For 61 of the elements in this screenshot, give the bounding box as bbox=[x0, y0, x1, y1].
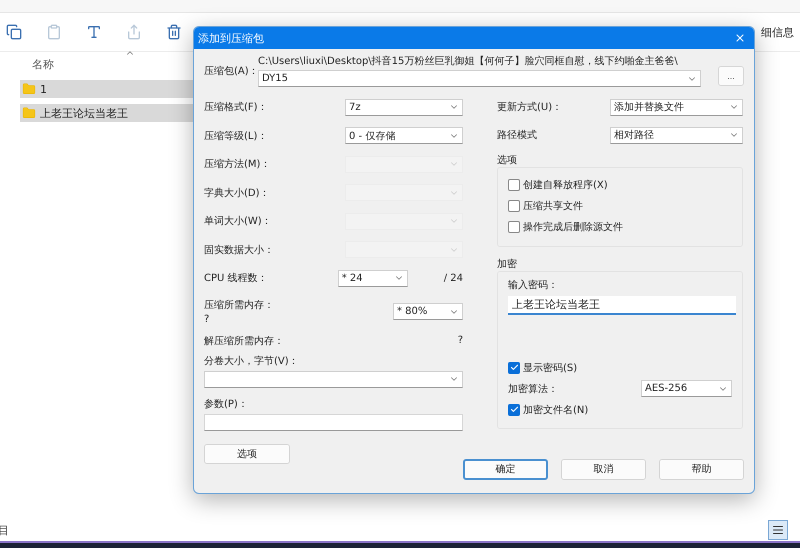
checkbox-label: 加密文件名(N) bbox=[523, 404, 588, 416]
checkbox-label: 显示密码(S) bbox=[523, 362, 578, 374]
dialog-button[interactable]: 帮助 bbox=[659, 458, 744, 480]
field-label: 路径模式 bbox=[497, 128, 537, 142]
field-label: 压缩格式(F)： bbox=[204, 100, 268, 114]
details-button[interactable]: 细信息 bbox=[761, 24, 800, 40]
dialog-button[interactable]: 确定 bbox=[463, 458, 548, 480]
dropdown[interactable]: 相对路径 bbox=[610, 126, 743, 144]
field-label: 压缩方法(M)： bbox=[204, 158, 270, 172]
checkbox-label: 创建自释放程序(X) bbox=[523, 178, 608, 192]
dialog-button[interactable]: 取消 bbox=[561, 458, 646, 480]
browse-button[interactable]: ... bbox=[718, 66, 744, 86]
archive-name-combo[interactable]: DY15 bbox=[258, 70, 701, 87]
group-title: 加密 bbox=[497, 258, 518, 271]
options-button[interactable]: 选项 bbox=[204, 444, 290, 464]
field-label: 加密算法： bbox=[508, 382, 558, 396]
file-name: 1 bbox=[40, 82, 47, 96]
field-label: CPU 线程数： bbox=[204, 272, 268, 286]
dropdown[interactable]: 0 - 仅存储 bbox=[345, 127, 463, 144]
dropdown[interactable]: 添加并替换文件 bbox=[610, 98, 743, 116]
checkbox[interactable] bbox=[508, 220, 520, 232]
thread-max: / 24 bbox=[444, 272, 463, 284]
checkbox-label: 操作完成后删除源文件 bbox=[523, 220, 623, 234]
field-label: 字典大小(D)： bbox=[204, 186, 270, 200]
dropdown[interactable]: * 80% bbox=[393, 303, 463, 320]
dropdown[interactable]: 7z bbox=[345, 98, 463, 116]
delete-icon[interactable] bbox=[166, 24, 182, 40]
field-label: 参数(P)： bbox=[204, 398, 248, 410]
field-label: 输入密码： bbox=[508, 278, 559, 292]
archive-path: C:\Users\liuxi\Desktop\抖音15万粉丝巨乳御姐【何何子】脸穴同框自慰，线下约啪金主爸爸\ bbox=[258, 54, 679, 68]
group-title: 选项 bbox=[497, 154, 518, 167]
memory-reading: ? bbox=[204, 314, 210, 325]
field-label: 压缩包(A)： bbox=[204, 66, 258, 79]
folder-icon bbox=[22, 82, 36, 96]
field-label: 压缩等级(L)： bbox=[204, 130, 268, 143]
file-name: 上老王论坛当老王 bbox=[40, 106, 128, 120]
field-label: 固实数据大小： bbox=[204, 244, 274, 257]
list-view-icon[interactable] bbox=[768, 520, 788, 540]
checkbox[interactable] bbox=[508, 362, 520, 374]
copy-icon[interactable] bbox=[6, 24, 22, 40]
field-label: 解压缩所需内存： bbox=[204, 334, 284, 348]
close-icon[interactable] bbox=[734, 32, 746, 44]
field-label: 分卷大小，字节(V)： bbox=[204, 354, 299, 368]
parameters-field[interactable] bbox=[204, 414, 463, 430]
field-label: 单词大小(W)： bbox=[204, 214, 272, 228]
checkbox[interactable] bbox=[508, 178, 520, 190]
text-icon[interactable] bbox=[86, 24, 102, 40]
window-title: 添加到压缩包 bbox=[198, 30, 264, 46]
password-field[interactable]: 上老王论坛当老王 bbox=[508, 296, 736, 315]
checkbox-label: 压缩共享文件 bbox=[523, 200, 583, 212]
volume-size-combo[interactable] bbox=[204, 370, 463, 388]
checkbox[interactable] bbox=[508, 404, 520, 416]
dropdown[interactable]: * 24 bbox=[338, 270, 408, 287]
field-label: 更新方式(U)： bbox=[497, 100, 562, 114]
memory-reading: ? bbox=[458, 335, 463, 346]
dropdown[interactable]: AES-256 bbox=[641, 380, 732, 397]
column-header[interactable]: 名称 bbox=[32, 56, 54, 72]
checkbox[interactable] bbox=[508, 200, 520, 212]
clipboard-icon[interactable] bbox=[46, 24, 62, 40]
field-label: 压缩所需内存： bbox=[204, 298, 274, 312]
folder-icon bbox=[22, 106, 36, 120]
